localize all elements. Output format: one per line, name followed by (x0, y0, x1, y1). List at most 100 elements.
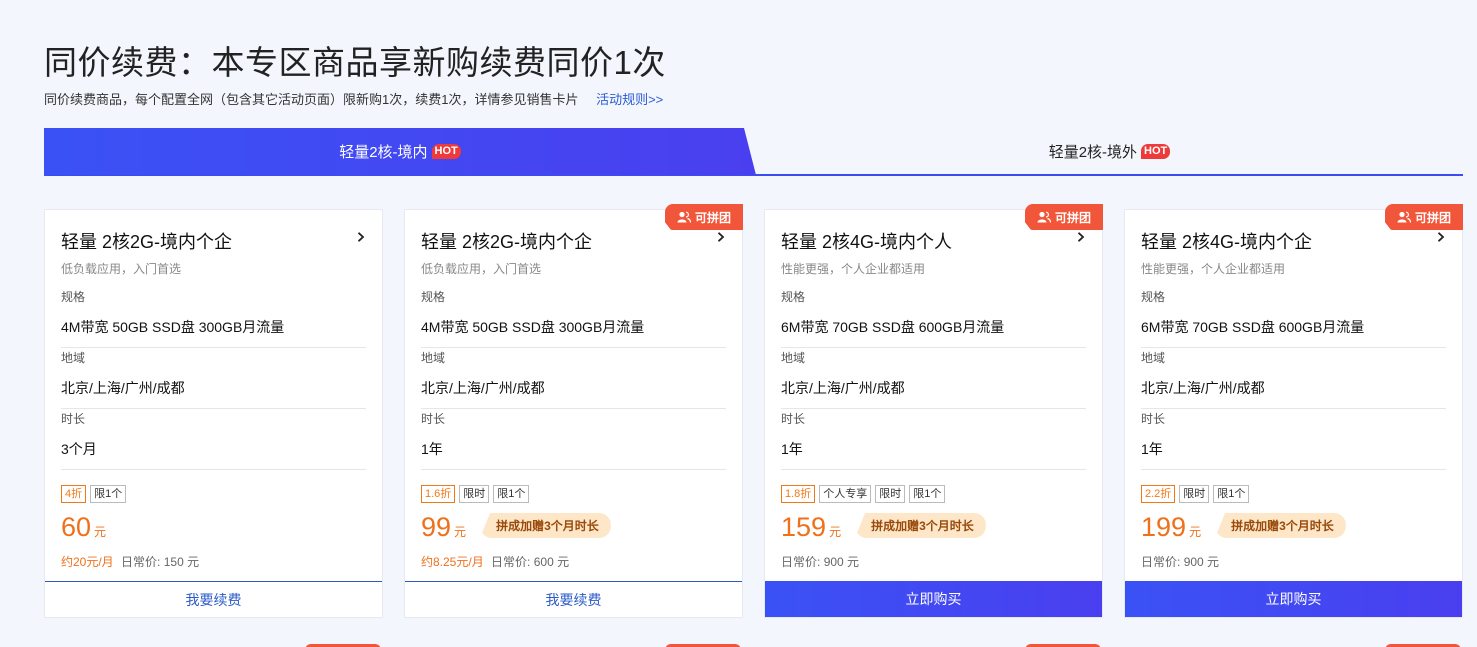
discount-tag: 4折 (61, 485, 87, 503)
usual-price: 150 元 (163, 555, 200, 569)
price-unit: 元 (829, 525, 842, 539)
price-row: 159 元 拼成加赠3个月时长 (781, 512, 986, 544)
spec-label: 规格 (1141, 290, 1166, 304)
spec-value: 6M带宽 70GB SSD盘 600GB月流量 (1141, 317, 1446, 348)
sub-price: 约20元/月 日常价: 150 元 (61, 553, 199, 570)
region-field: 地域 北京/上海/广州/成都 (1141, 349, 1446, 409)
hot-badge: HOT (431, 144, 461, 159)
product-card: 可拼团 轻量 2核4G-境内个人 性能更强，个人企业都适用 规格 6M带宽 70… (764, 204, 1103, 618)
usual-price: 600 元 (533, 555, 570, 569)
duration-field: 时长 3个月 (61, 410, 366, 470)
duration-field: 时长 1年 (781, 410, 1086, 470)
spec-field: 规格 4M带宽 50GB SSD盘 300GB月流量 (421, 288, 726, 348)
product-card: 可拼团 轻量 2核4G-境内个企 性能更强，个人企业都适用 规格 6M带宽 70… (1124, 204, 1463, 618)
chevron-right-icon[interactable] (1436, 232, 1446, 242)
tag-list: 4折 限1个 (61, 485, 127, 503)
spec-field: 规格 4M带宽 50GB SSD盘 300GB月流量 (61, 288, 366, 348)
users-icon (677, 211, 691, 223)
tab-bar: 轻量2核-境内 HOT 轻量2核-境外 HOT (44, 128, 1463, 176)
duration-value: 3个月 (61, 439, 366, 470)
duration-value: 1年 (421, 439, 726, 470)
renew-button[interactable]: 我要续费 (45, 581, 382, 617)
duration-field: 时长 1年 (421, 410, 726, 470)
product-card: 轻量 2核2G-境内个企 低负载应用，入门首选 规格 4M带宽 50GB SSD… (44, 209, 383, 618)
duration-label: 时长 (61, 412, 86, 426)
hot-badge: HOT (1141, 144, 1171, 159)
usual-price-label: 日常价: (491, 555, 531, 569)
price-row: 99 元 拼成加赠3个月时长 (421, 512, 611, 544)
tab-overseas[interactable]: 轻量2核-境外 HOT (756, 128, 1463, 175)
buy-now-button[interactable]: 立即购买 (765, 581, 1102, 617)
users-icon (1037, 211, 1051, 223)
region-value: 北京/上海/广州/成都 (421, 378, 726, 409)
duration-label: 时长 (781, 412, 806, 426)
duration-value: 1年 (781, 439, 1086, 470)
subtitle-text: 同价续费商品，每个配置全网（包含其它活动页面）限新购1次，续费1次，详情参见销售… (44, 92, 579, 107)
sub-price: 日常价: 900 元 (1141, 553, 1219, 570)
product-card: 可拼团 轻量 2核2G-境内个企 低负载应用，入门首选 规格 4M带宽 50GB… (404, 204, 743, 618)
spec-field: 规格 6M带宽 70GB SSD盘 600GB月流量 (781, 288, 1086, 348)
spec-value: 4M带宽 50GB SSD盘 300GB月流量 (61, 317, 366, 348)
discount-tag: 1.8折 (781, 485, 816, 503)
limit-tag: 限1个 (493, 485, 530, 503)
limit-tag: 个人专享 (819, 485, 872, 503)
spec-label: 规格 (781, 290, 806, 304)
spec-field: 规格 6M带宽 70GB SSD盘 600GB月流量 (1141, 288, 1446, 348)
limit-tag: 限时 (459, 485, 490, 503)
product-name: 轻量 2核4G-境内个人 (781, 232, 953, 252)
region-label: 地域 (61, 351, 86, 365)
bonus-badge: 拼成加赠3个月时长 (480, 513, 611, 538)
tab-domestic[interactable]: 轻量2核-境内 HOT (44, 128, 756, 175)
chevron-right-icon[interactable] (716, 232, 726, 242)
tag-list: 1.8折 个人专享 限时 限1个 (781, 485, 946, 503)
duration-label: 时长 (421, 412, 446, 426)
region-value: 北京/上海/广州/成都 (61, 378, 366, 409)
tab-label: 轻量2核-境内 (339, 144, 428, 161)
group-buy-badge: 可拼团 (1385, 204, 1463, 230)
product-name: 轻量 2核4G-境内个企 (1141, 232, 1313, 252)
region-field: 地域 北京/上海/广州/成都 (61, 349, 366, 409)
card-header[interactable]: 轻量 2核2G-境内个企 低负载应用，入门首选 (61, 228, 366, 277)
group-buy-badge: 可拼团 (1025, 204, 1103, 230)
group-badge-label: 可拼团 (1054, 210, 1091, 225)
product-name: 轻量 2核2G-境内个企 (61, 232, 233, 252)
product-desc: 性能更强，个人企业都适用 (1141, 262, 1286, 276)
users-icon (1397, 211, 1411, 223)
bonus-badge: 拼成加赠3个月时长 (855, 513, 986, 538)
product-name: 轻量 2核2G-境内个企 (421, 232, 593, 252)
limit-tag: 限1个 (909, 485, 946, 503)
rules-link[interactable]: 活动规则>> (596, 92, 663, 107)
card-header[interactable]: 轻量 2核2G-境内个企 低负载应用，入门首选 (421, 228, 726, 277)
sub-price: 约8.25元/月 日常价: 600 元 (421, 553, 569, 570)
spec-value: 4M带宽 50GB SSD盘 300GB月流量 (421, 317, 726, 348)
renew-button[interactable]: 我要续费 (405, 581, 742, 617)
discount-tag: 1.6折 (421, 485, 456, 503)
group-badge-label: 可拼团 (1414, 210, 1451, 225)
price: 199 (1141, 512, 1187, 542)
price-unit: 元 (1189, 525, 1202, 539)
chevron-right-icon[interactable] (1076, 232, 1086, 242)
spec-label: 规格 (61, 290, 86, 304)
tag-list: 1.6折 限时 限1个 (421, 485, 530, 503)
bonus-badge: 拼成加赠3个月时长 (1215, 513, 1346, 538)
price-unit: 元 (454, 525, 467, 539)
price-row: 199 元 拼成加赠3个月时长 (1141, 512, 1346, 544)
duration-label: 时长 (1141, 412, 1166, 426)
price: 60 (61, 512, 92, 542)
tag-list: 2.2折 限时 限1个 (1141, 485, 1250, 503)
buy-now-button[interactable]: 立即购买 (1125, 581, 1462, 617)
region-label: 地域 (1141, 351, 1166, 365)
group-buy-badge: 可拼团 (665, 204, 743, 230)
card-header[interactable]: 轻量 2核4G-境内个人 性能更强，个人企业都适用 (781, 228, 1086, 277)
chevron-right-icon[interactable] (356, 232, 366, 242)
tab-label: 轻量2核-境外 (1048, 144, 1138, 161)
region-field: 地域 北京/上海/广州/成都 (421, 349, 726, 409)
price-unit: 元 (94, 525, 107, 539)
price-row: 60 元 (61, 512, 106, 543)
product-desc: 低负载应用，入门首选 (421, 262, 542, 276)
per-month-price: 约20元/月 (61, 555, 114, 569)
usual-price-label: 日常价: (781, 555, 821, 569)
card-header[interactable]: 轻量 2核4G-境内个企 性能更强，个人企业都适用 (1141, 228, 1446, 277)
product-desc: 性能更强，个人企业都适用 (781, 262, 926, 276)
limit-tag: 限时 (1179, 485, 1210, 503)
